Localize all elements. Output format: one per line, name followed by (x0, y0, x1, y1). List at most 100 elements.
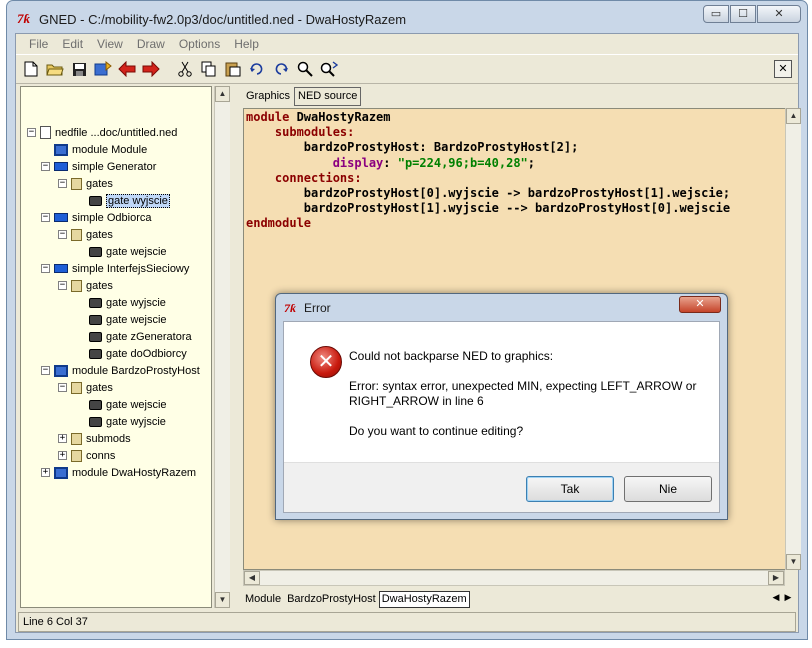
menu-help[interactable]: Help (227, 37, 266, 51)
undo-icon[interactable] (246, 58, 268, 80)
toolbar-separator (164, 58, 172, 80)
tree-item[interactable]: + submods (58, 430, 131, 447)
collapse-icon[interactable]: − (41, 213, 50, 222)
tree-scrollbar[interactable]: ▲ ▼ (214, 86, 230, 608)
scroll-up-button[interactable]: ▲ (215, 86, 230, 102)
menu-file[interactable]: File (22, 37, 55, 51)
tree-item[interactable]: gate wejscie (76, 396, 167, 413)
error-dialog: 7ƙ Error ✕ ✕ Could not backparse NED to … (275, 293, 728, 520)
tree-item[interactable]: − gates (58, 277, 113, 294)
minimize-button[interactable]: ▭ (703, 5, 729, 23)
menu-view[interactable]: View (90, 37, 130, 51)
import-icon[interactable] (92, 58, 114, 80)
tab-graphics[interactable]: Graphics (242, 87, 294, 106)
gate-icon (89, 348, 102, 359)
gates-icon (71, 177, 82, 190)
scroll-down-button[interactable]: ▼ (215, 592, 230, 608)
no-button[interactable]: Nie (624, 476, 712, 502)
editor-scroll-down-button[interactable]: ▼ (786, 554, 801, 570)
tree-item[interactable]: − gates (58, 226, 113, 243)
dialog-message-line3: RIGHT_ARROW in line 6 (349, 394, 484, 408)
tree-item[interactable]: gate wejscie (76, 311, 167, 328)
tree-item[interactable]: gate doOdbiorcy (76, 345, 187, 362)
expand-icon[interactable]: + (58, 451, 67, 460)
scroll-right-button[interactable]: ▶ (768, 571, 784, 585)
collapse-icon[interactable]: − (58, 230, 67, 239)
tree-item[interactable]: gate wejscie (76, 243, 167, 260)
tree-item[interactable]: − gates (58, 175, 113, 192)
collapse-icon[interactable]: − (58, 383, 67, 392)
tree-item[interactable]: gate wyjscie (76, 192, 170, 209)
new-file-icon[interactable] (20, 58, 42, 80)
collapse-icon[interactable]: − (58, 179, 67, 188)
dialog-title-bar[interactable]: 7ƙ Error ✕ (276, 294, 727, 320)
open-folder-icon[interactable] (44, 58, 66, 80)
find-icon[interactable] (294, 58, 316, 80)
collapse-icon[interactable]: − (27, 128, 36, 137)
tree-item[interactable]: gate wyjscie (76, 413, 166, 430)
tree-item[interactable]: + module DwaHostyRazem (41, 464, 196, 481)
find-replace-icon[interactable] (318, 58, 340, 80)
cursor-position: Line 6 Col 37 (23, 616, 88, 628)
dialog-message-line2: Error: syntax error, unexpected MIN, exp… (349, 379, 697, 393)
tree-item-label: gates (86, 177, 113, 190)
dialog-title: Error (304, 301, 331, 315)
redo-icon[interactable] (270, 58, 292, 80)
simple-icon (54, 264, 68, 273)
expand-icon[interactable]: + (58, 434, 67, 443)
gate-icon (89, 246, 102, 257)
editor-hscrollbar[interactable]: ◀ ▶ (243, 570, 785, 586)
close-window-button[interactable]: ✕ (757, 5, 801, 23)
error-icon: ✕ (310, 346, 342, 378)
expand-icon[interactable]: + (41, 468, 50, 477)
forward-arrow-icon[interactable] (140, 58, 162, 80)
tree-item-label: gates (86, 228, 113, 241)
module-tab-dwahostyrazem[interactable]: DwaHostyRazem (378, 590, 470, 608)
save-icon[interactable] (68, 58, 90, 80)
menu-draw[interactable]: Draw (130, 37, 172, 51)
back-arrow-icon[interactable] (116, 58, 138, 80)
window-title: GNED - C:/mobility-fw2.0p3/doc/untitled.… (39, 12, 407, 27)
close-toolbar-button[interactable]: ✕ (774, 60, 792, 78)
tree-item[interactable]: module Module (41, 141, 147, 158)
cut-icon[interactable] (174, 58, 196, 80)
tree-item-label: gates (86, 381, 113, 394)
tab-left-arrow-icon[interactable]: ◀ (770, 592, 782, 603)
tree-item-label: simple Odbiorca (72, 211, 152, 224)
module-tab-bardzoprostyhost[interactable]: BardzoProstyHost (284, 591, 379, 608)
copy-icon[interactable] (198, 58, 220, 80)
tree-item-label: module BardzoProstyHost (72, 364, 200, 377)
collapse-icon[interactable]: − (41, 264, 50, 273)
tab-ned-source[interactable]: NED source (294, 87, 362, 106)
tree-item[interactable]: − simple Odbiorca (41, 209, 151, 226)
tree-item[interactable]: − nedfile ...doc/untitled.ned (27, 124, 177, 141)
collapse-icon[interactable]: − (41, 366, 50, 375)
tree-item[interactable]: − gates (58, 379, 113, 396)
title-bar[interactable]: 7ƙ GNED - C:/mobility-fw2.0p3/doc/untitl… (7, 1, 807, 33)
maximize-button[interactable]: ☐ (730, 5, 756, 23)
tree-item[interactable]: − module BardzoProstyHost (41, 362, 200, 379)
tree-item[interactable]: + conns (58, 447, 115, 464)
editor-scroll-up-button[interactable]: ▲ (786, 108, 801, 124)
tab-right-arrow-icon[interactable]: ▶ (782, 592, 794, 603)
menu-edit[interactable]: Edit (55, 37, 90, 51)
tree-item[interactable]: − simple Generator (41, 158, 156, 175)
yes-button[interactable]: Tak (526, 476, 614, 502)
paste-icon[interactable] (222, 58, 244, 80)
collapse-icon[interactable]: − (41, 162, 50, 171)
collapse-icon[interactable]: − (58, 281, 67, 290)
tree-item[interactable]: gate zGeneratora (76, 328, 192, 345)
code-token: ; (527, 155, 536, 170)
tree-item[interactable]: gate wyjscie (76, 294, 166, 311)
tree-item-label: gate wyjscie (106, 193, 170, 208)
code-line: connections: (246, 171, 362, 186)
tree-item-label: gate wejscie (106, 398, 167, 411)
tree-item[interactable]: − simple InterfejsSieciowy (41, 260, 189, 277)
tree-item-label: gate zGeneratora (106, 330, 192, 343)
dialog-close-button[interactable]: ✕ (679, 296, 721, 313)
tree-item-label: simple Generator (72, 160, 157, 173)
editor-scrollbar[interactable]: ▲ ▼ (785, 108, 801, 570)
gate-icon (89, 314, 102, 325)
menu-options[interactable]: Options (172, 37, 227, 51)
scroll-left-button[interactable]: ◀ (244, 571, 260, 585)
